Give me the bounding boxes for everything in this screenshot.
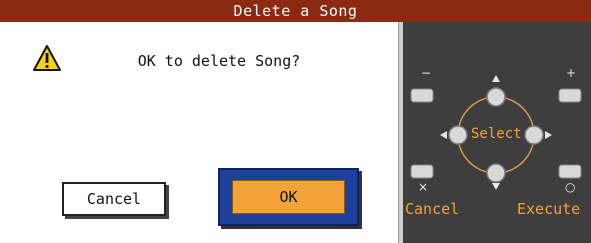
control-panel: − + × ○ Select Cancel Execute: [403, 22, 591, 243]
execute-label: Execute: [517, 200, 581, 218]
select-up-button[interactable]: [486, 87, 506, 107]
cancel-button[interactable]: Cancel: [62, 182, 166, 216]
ok-button-frame: OK: [218, 168, 359, 226]
plus-label: +: [566, 66, 577, 80]
execute-circle-icon: ○: [565, 180, 576, 194]
confirm-dialog: OK to delete Song? Cancel OK: [0, 22, 398, 243]
select-label: Select: [471, 126, 522, 142]
arrow-left-icon: [440, 131, 447, 139]
minus-label: −: [421, 66, 432, 80]
cancel-label: Cancel: [405, 200, 460, 218]
cancel-x-icon: ×: [418, 180, 429, 194]
arrow-right-icon: [545, 131, 552, 139]
execute-key[interactable]: [558, 164, 582, 179]
select-right-button[interactable]: [524, 125, 544, 145]
confirm-message: OK to delete Song?: [137, 52, 301, 70]
plus-button[interactable]: [558, 88, 582, 103]
arrow-down-icon: [492, 183, 500, 190]
cancel-key[interactable]: [410, 164, 434, 179]
window-title: Delete a Song: [0, 0, 591, 22]
arrow-up-icon: [492, 75, 500, 82]
minus-button[interactable]: [410, 88, 434, 103]
select-down-button[interactable]: [486, 163, 506, 183]
ok-button[interactable]: OK: [232, 180, 345, 214]
select-left-button[interactable]: [448, 125, 468, 145]
